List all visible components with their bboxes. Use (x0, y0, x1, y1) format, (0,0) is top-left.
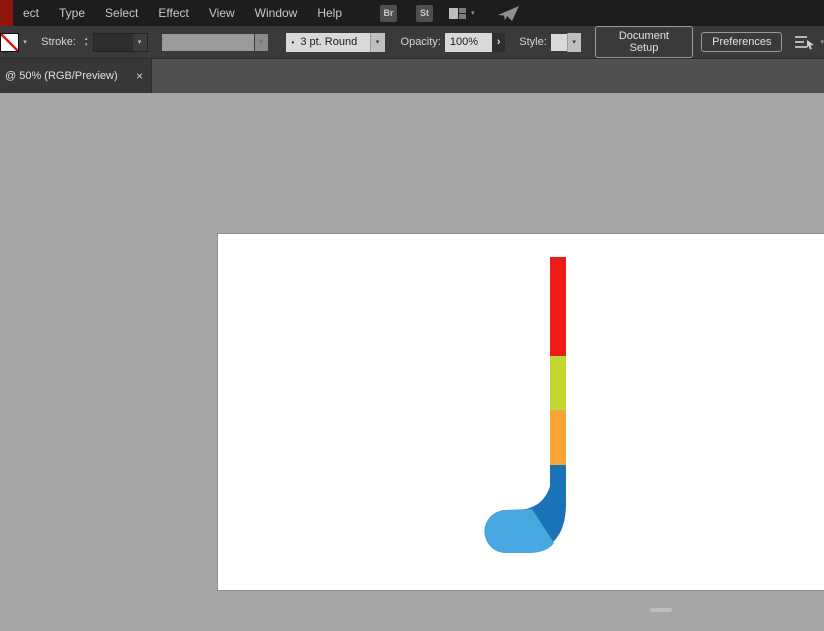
menu-item-select[interactable]: Select (95, 0, 148, 26)
stick-shaft-green-segment[interactable] (550, 356, 566, 410)
chevron-down-icon: ▾ (132, 33, 147, 51)
document-tab-bar: @ 50% (RGB/Preview) × (0, 59, 824, 93)
width-profile-preview (161, 33, 254, 51)
app-accent-block (0, 0, 13, 26)
stroke-weight-dropdown[interactable]: ▾ (93, 32, 148, 52)
brush-field[interactable]: • 3 pt. Round (285, 32, 370, 52)
menu-item-view[interactable]: View (199, 0, 245, 26)
brush-preview-dot-icon: • (291, 37, 295, 47)
opacity-field[interactable]: 100% (444, 32, 493, 52)
chevron-down-icon: ▾ (820, 39, 824, 46)
document-tab-title: @ 50% (RGB/Preview) (5, 70, 118, 82)
hockey-stick-artwork[interactable] (217, 233, 824, 593)
chevron-glyph: ▾ (572, 39, 576, 46)
menu-item-object[interactable]: ect (13, 0, 49, 26)
brush-definition-dropdown[interactable]: • 3 pt. Round ▾ (285, 32, 385, 52)
chevron-down-icon[interactable]: ▾ (369, 32, 385, 52)
menu-item-effect[interactable]: Effect (148, 0, 198, 26)
brush-value: 3 pt. Round (300, 36, 358, 48)
scrollbar-dash (650, 608, 672, 612)
close-icon[interactable]: × (136, 70, 143, 82)
preferences-button[interactable]: Preferences (701, 32, 783, 52)
opacity-label: Opacity: (400, 36, 441, 48)
stroke-color-dropdown[interactable]: ▾ (19, 33, 31, 52)
control-bar: ▾ Stroke: ▴ ▾ ▾ ▾ • 3 pt. Round ▾ Opacit… (0, 26, 824, 59)
menu-item-type[interactable]: Type (49, 0, 95, 26)
stroke-weight-stepper[interactable]: ▴ ▾ (81, 33, 91, 52)
menu-item-help[interactable]: Help (307, 0, 352, 26)
chevron-down-icon: ▾ (254, 33, 268, 51)
chevron-glyph: ▾ (375, 39, 380, 46)
stock-icon[interactable]: St (416, 4, 434, 22)
style-label: Style: (519, 36, 547, 48)
menu-bar: ect Type Select Effect View Window Help … (0, 0, 824, 26)
arrange-documents-dropdown[interactable]: ▾ (449, 7, 475, 20)
share-icon[interactable] (497, 5, 521, 22)
width-profile-dropdown: ▾ (161, 33, 268, 51)
no-color-slash-icon (1, 33, 18, 51)
stick-shaft-red-segment[interactable] (550, 257, 566, 356)
arrow-glyph: › (496, 36, 501, 48)
chevron-down-icon: ▾ (471, 10, 475, 17)
canvas-area[interactable] (0, 93, 824, 631)
style-dropdown[interactable]: ▾ (566, 32, 581, 52)
chevron-down-icon: ▾ (23, 39, 27, 46)
menu-item-window[interactable]: Window (245, 0, 308, 26)
workspace-icon (795, 36, 815, 50)
opacity-value: 100% (449, 36, 479, 48)
stick-shaft-orange-segment[interactable] (550, 410, 566, 466)
stroke-label: Stroke: (41, 36, 76, 48)
stepper-down-icon: ▾ (84, 42, 88, 48)
artboard[interactable] (217, 233, 824, 591)
bridge-icon[interactable]: Br (380, 4, 398, 22)
workspace-dropdown[interactable]: ▾ (794, 34, 824, 50)
document-setup-button[interactable]: Document Setup (594, 26, 694, 58)
document-tab[interactable]: @ 50% (RGB/Preview) × (0, 59, 152, 93)
style-swatch[interactable] (550, 33, 567, 51)
opacity-options-icon[interactable]: › (492, 32, 506, 52)
stroke-color-swatch[interactable] (0, 32, 19, 52)
arrange-documents-icon (449, 7, 467, 20)
